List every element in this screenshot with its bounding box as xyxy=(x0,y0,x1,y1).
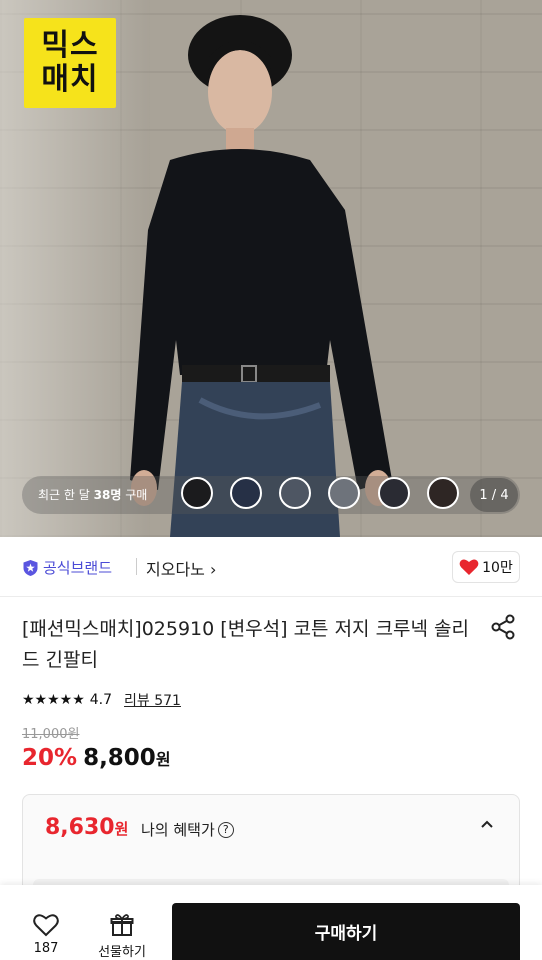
color-swatch-3[interactable] xyxy=(279,477,311,509)
rating-value: 4.7 xyxy=(89,692,113,708)
gift-icon xyxy=(110,914,134,936)
color-swatch-6[interactable] xyxy=(427,477,459,509)
chevron-up-icon[interactable] xyxy=(479,817,495,833)
benefit-price-value: 8,630 xyxy=(45,815,115,840)
color-swatch-2[interactable] xyxy=(230,477,262,509)
price-row: 20% 8,800 원 xyxy=(22,745,171,771)
model-photo xyxy=(130,15,392,537)
benefit-label-row: 나의 혜택가 ? xyxy=(141,819,234,840)
help-icon[interactable]: ? xyxy=(217,821,234,838)
benefit-price-currency: 원 xyxy=(114,820,129,838)
bottom-action-bar: 187 선물하기 구매하기 xyxy=(0,885,542,960)
wishlist-count: 187 xyxy=(33,941,59,956)
like-button[interactable]: 10만 xyxy=(452,551,520,583)
mixmatch-logo: 믹스 매치 xyxy=(24,18,116,108)
official-shield-icon xyxy=(23,559,38,576)
sale-price: 8,800 xyxy=(83,745,156,771)
official-brand-badge: 공식브랜드 xyxy=(22,557,112,578)
gift-label: 선물하기 xyxy=(98,945,146,960)
recent-buyers-suffix: 구매 xyxy=(125,488,148,502)
benefit-price: 8,630원 xyxy=(45,815,128,840)
discount-rate: 20% xyxy=(22,745,78,771)
recent-buyers-count: 38명 xyxy=(93,488,122,502)
buy-button[interactable]: 구매하기 xyxy=(172,903,520,960)
brand-link[interactable]: 지오다노 › xyxy=(146,556,216,580)
heart-filled-icon xyxy=(459,559,479,575)
gift-button[interactable]: 선물하기 xyxy=(90,913,154,960)
brand-row: 공식브랜드 지오다노 › 10만 xyxy=(0,537,542,597)
logo-line-1: 믹스 xyxy=(41,28,99,63)
recent-buyers-text: 최근 한 달 38명 구매 xyxy=(38,486,147,503)
heart-outline-icon xyxy=(33,914,59,937)
share-icon[interactable] xyxy=(490,614,516,640)
rating-row: ★★★★★ 4.7 리뷰 571 xyxy=(22,690,181,710)
like-count: 10만 xyxy=(482,560,513,576)
sale-price-currency: 원 xyxy=(155,750,171,769)
color-swatch-5[interactable] xyxy=(378,477,410,509)
review-link[interactable]: 리뷰 571 xyxy=(124,690,181,710)
chevron-right-icon: › xyxy=(209,560,217,579)
original-price: 11,000원 xyxy=(22,727,80,742)
product-title: [패션믹스매치]025910 [변우석] 코튼 저지 크루넥 솔리드 긴팔티 xyxy=(22,618,470,671)
star-rating-icon: ★★★★★ xyxy=(22,692,85,708)
wishlist-button[interactable]: 187 xyxy=(22,913,70,956)
color-swatch-1[interactable] xyxy=(181,477,213,509)
benefit-label: 나의 혜택가 xyxy=(141,821,215,839)
color-swatch-4[interactable] xyxy=(328,477,360,509)
brand-name: 지오다노 xyxy=(146,560,205,579)
logo-line-2: 매치 xyxy=(41,62,99,97)
image-page-indicator: 1 / 4 xyxy=(470,478,518,512)
official-brand-label: 공식브랜드 xyxy=(43,559,113,577)
recent-buyers-prefix: 최근 한 달 xyxy=(38,488,90,502)
product-image[interactable]: 믹스 매치 최근 한 달 38명 구매 1 / 4 xyxy=(0,0,542,537)
brand-divider xyxy=(136,558,137,575)
